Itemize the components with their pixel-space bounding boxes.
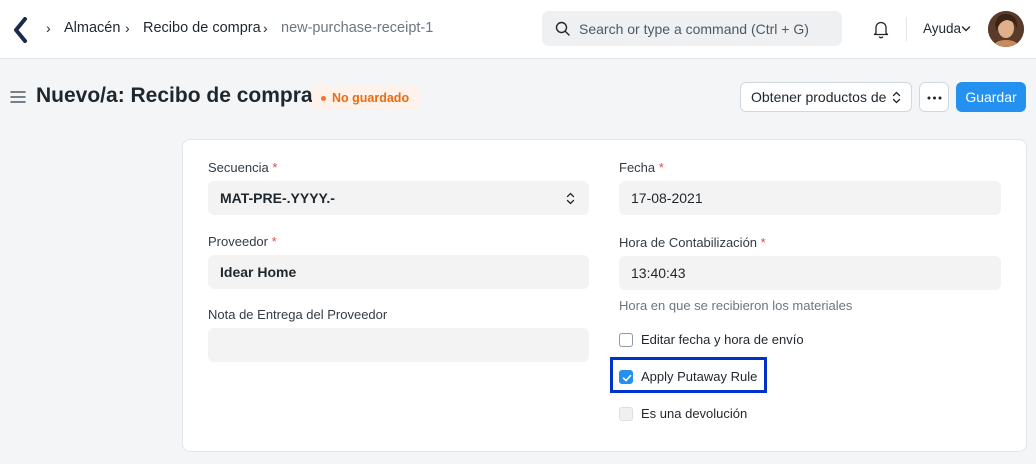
chevron-down-icon[interactable] bbox=[961, 25, 971, 33]
naming-series-value: MAT-PRE-.YYYY.- bbox=[220, 190, 335, 206]
status-badge: No guardado bbox=[312, 86, 420, 110]
set-posting-time-label[interactable]: Editar fecha y hora de envío bbox=[641, 332, 804, 347]
search-bar[interactable]: Search or type a command (Ctrl + G) bbox=[542, 11, 842, 46]
breadcrumb-almacen[interactable]: Almacén bbox=[64, 20, 120, 36]
posting-date-value: 17-08-2021 bbox=[631, 190, 703, 206]
posting-date-label: Fecha * bbox=[619, 160, 664, 175]
posting-date-field[interactable]: 17-08-2021 bbox=[619, 181, 1001, 215]
navbar: › Almacén › Recibo de compra › new-purch… bbox=[0, 0, 1036, 59]
breadcrumb-purchase-receipt[interactable]: Recibo de compra bbox=[143, 20, 261, 36]
save-button[interactable]: Guardar bbox=[956, 82, 1026, 112]
more-actions-button[interactable] bbox=[919, 82, 949, 112]
naming-series-label: Secuencia * bbox=[208, 160, 278, 175]
posting-time-help: Hora en que se recibieron los materiales bbox=[619, 298, 853, 313]
user-avatar[interactable] bbox=[988, 11, 1024, 47]
sidebar-toggle-icon[interactable] bbox=[10, 90, 26, 104]
more-dots-icon bbox=[927, 96, 942, 100]
chevron-right-icon: › bbox=[263, 20, 268, 36]
posting-time-value: 13:40:43 bbox=[631, 265, 686, 281]
search-icon bbox=[555, 21, 570, 36]
set-posting-time-checkbox[interactable] bbox=[619, 333, 633, 347]
page-title: Nuevo/a: Recibo de compra bbox=[36, 84, 313, 107]
set-posting-time-row[interactable]: Editar fecha y hora de envío bbox=[619, 332, 819, 352]
search-placeholder: Search or type a command (Ctrl + G) bbox=[579, 21, 809, 37]
get-items-from-button[interactable]: Obtener productos de bbox=[740, 82, 912, 112]
select-caret-icon bbox=[566, 192, 575, 205]
select-caret-icon bbox=[892, 91, 901, 104]
breadcrumb-current: new-purchase-receipt-1 bbox=[281, 20, 434, 36]
navbar-divider bbox=[906, 17, 907, 41]
help-dropdown[interactable]: Ayuda bbox=[923, 21, 961, 36]
chevron-right-icon: › bbox=[125, 20, 130, 36]
status-dot-icon bbox=[321, 95, 326, 101]
posting-time-label: Hora de Contabilización * bbox=[619, 235, 766, 250]
app-logo-icon[interactable] bbox=[13, 17, 29, 43]
is-return-checkbox[interactable] bbox=[619, 407, 633, 421]
posting-time-field[interactable]: 13:40:43 bbox=[619, 256, 1001, 290]
supplier-value: Idear Home bbox=[220, 264, 297, 280]
is-return-row[interactable]: Es una devolución bbox=[619, 406, 759, 426]
is-return-label[interactable]: Es una devolución bbox=[641, 406, 747, 421]
supplier-delivery-note-label: Nota de Entrega del Proveedor bbox=[208, 307, 388, 322]
supplier-delivery-note-field[interactable] bbox=[208, 328, 589, 362]
supplier-label: Proveedor * bbox=[208, 234, 277, 249]
supplier-field[interactable]: Idear Home bbox=[208, 255, 589, 289]
chevron-right-icon: › bbox=[46, 20, 51, 36]
status-badge-label: No guardado bbox=[332, 91, 410, 105]
get-items-from-label: Obtener productos de bbox=[751, 89, 887, 105]
highlight-box bbox=[610, 357, 767, 393]
notification-bell-icon[interactable] bbox=[872, 19, 890, 39]
naming-series-select[interactable]: MAT-PRE-.YYYY.- bbox=[208, 181, 589, 215]
